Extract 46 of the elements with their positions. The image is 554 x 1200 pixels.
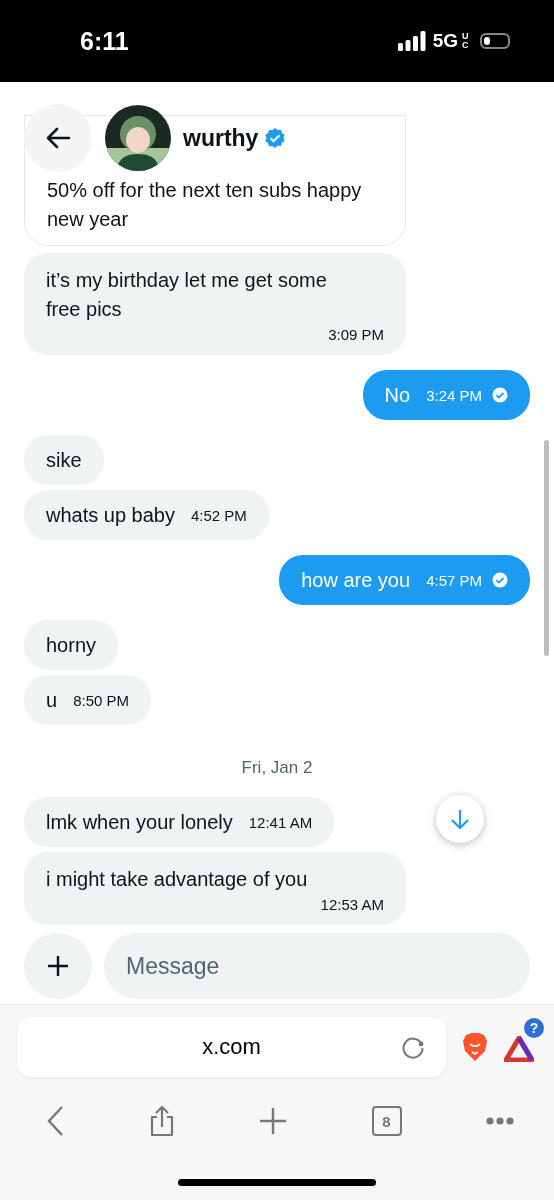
message-bubble[interactable]: u 8:50 PM (24, 675, 151, 725)
url-text: x.com (202, 1034, 261, 1060)
date-separator: Fri, Jan 2 (241, 758, 313, 778)
message-bubble[interactable]: horny (24, 620, 119, 670)
message-text: how are you (301, 568, 411, 592)
plus-icon (46, 954, 70, 978)
message-bubble[interactable]: lmk when your lonely 12:41 AM (24, 797, 335, 847)
message-time: 12:53 AM (320, 896, 384, 913)
message-text: it’s my birthday let me get some free pics (46, 268, 328, 322)
message-bubble[interactable]: i might take advantage of you 12:53 AM (24, 852, 406, 925)
arrow-down-icon (450, 808, 470, 830)
message-time: 4:57 PM (426, 571, 482, 589)
message-time: 3:24 PM (426, 386, 482, 404)
message-text: whats up baby (46, 503, 175, 527)
message-text: lmk when your lonely (46, 810, 233, 834)
network-sublabel: UC (462, 32, 470, 50)
message-text: No (384, 383, 411, 407)
message-time: 4:52 PM (191, 506, 247, 524)
clock: 6:11 (80, 26, 129, 56)
message-text: i might take advantage of you (46, 867, 309, 892)
message-bubble[interactable]: sike (24, 435, 104, 485)
tab-count-button[interactable]: 8 (371, 1106, 402, 1136)
message-text: 50% off for the next ten subs happy new year (47, 178, 363, 232)
arrow-left-icon (45, 127, 71, 149)
more-icon[interactable] (486, 1117, 514, 1125)
address-bar[interactable]: x.com (17, 1017, 446, 1077)
share-icon[interactable] (148, 1105, 175, 1137)
back-icon[interactable] (46, 1105, 64, 1137)
message-text: sike (46, 448, 82, 472)
message-text: horny (46, 633, 97, 657)
lion-shield-icon[interactable] (462, 1032, 488, 1062)
battery-icon (480, 33, 510, 49)
message-text: u (46, 688, 58, 712)
network-label: 5G (432, 30, 458, 52)
signal-icon (397, 31, 426, 51)
message-field[interactable]: Message (104, 933, 530, 999)
scroll-down-button[interactable] (436, 795, 484, 843)
new-tab-icon[interactable] (259, 1107, 287, 1135)
message-time: 12:41 AM (248, 813, 313, 831)
message-time: 3:09 PM (328, 326, 384, 343)
message-time: 8:50 PM (73, 691, 129, 709)
message-bubble[interactable]: whats up baby 4:52 PM (24, 490, 269, 540)
message-bubble[interactable]: it’s my birthday let me get some free pics 3:09 PM (24, 253, 406, 355)
triangle-icon[interactable] (504, 1036, 534, 1062)
notification-badge: ? (524, 1018, 544, 1038)
contact-name[interactable]: wurthy (183, 124, 259, 152)
